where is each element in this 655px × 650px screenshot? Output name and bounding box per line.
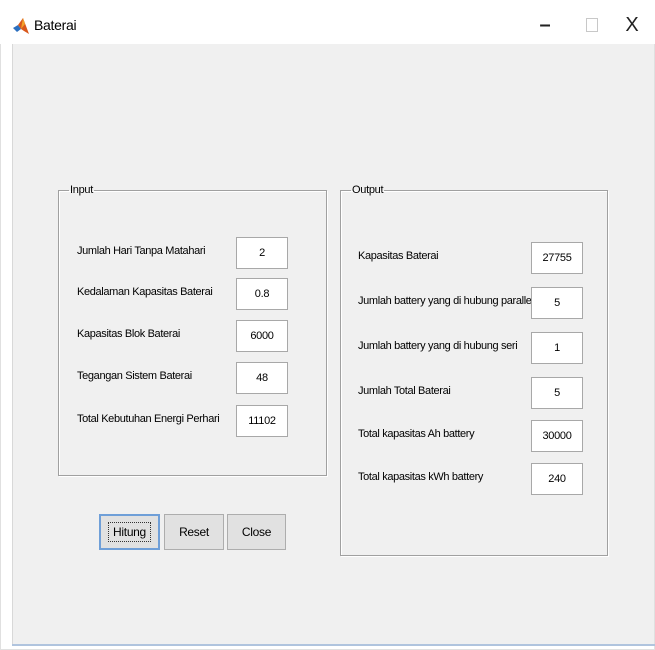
kedalaman-kapasitas-field[interactable]: 0.8 bbox=[236, 278, 288, 310]
maximize-button[interactable] bbox=[572, 10, 612, 40]
row-label: Total Kebutuhan Energi Perhari bbox=[77, 413, 220, 425]
output-panel-legend: Output bbox=[352, 184, 384, 196]
output-row-ah: Total kapasitas Ah battery 30000 bbox=[341, 420, 607, 452]
input-panel: Input Jumlah Hari Tanpa Matahari 2 Kedal… bbox=[58, 184, 327, 476]
output-row-kwh: Total kapasitas kWh battery 240 bbox=[341, 463, 607, 495]
total-baterai-output: 5 bbox=[531, 377, 583, 409]
input-row-tegangan: Tegangan Sistem Baterai 48 bbox=[59, 362, 326, 394]
input-row-kedalaman: Kedalaman Kapasitas Baterai 0.8 bbox=[59, 278, 326, 310]
row-label: Total kapasitas Ah battery bbox=[358, 428, 475, 440]
tegangan-sistem-field[interactable]: 48 bbox=[236, 362, 288, 394]
input-row-blok: Kapasitas Blok Baterai 6000 bbox=[59, 320, 326, 352]
kapasitas-blok-field[interactable]: 6000 bbox=[236, 320, 288, 352]
row-label: Kedalaman Kapasitas Baterai bbox=[77, 286, 213, 298]
row-label: Jumlah battery yang di hubung seri bbox=[358, 340, 518, 352]
hitung-button[interactable]: Hitung bbox=[99, 514, 160, 550]
output-row-total: Jumlah Total Baterai 5 bbox=[341, 377, 607, 409]
reset-button[interactable]: Reset bbox=[164, 514, 224, 550]
row-label: Tegangan Sistem Baterai bbox=[77, 370, 192, 382]
output-row-kapasitas: Kapasitas Baterai 27755 bbox=[341, 242, 607, 274]
input-row-energi: Total Kebutuhan Energi Perhari 11102 bbox=[59, 405, 326, 437]
maximize-icon bbox=[586, 18, 598, 32]
total-ah-output: 30000 bbox=[531, 420, 583, 452]
kapasitas-baterai-output: 27755 bbox=[531, 242, 583, 274]
row-label: Kapasitas Baterai bbox=[358, 250, 439, 262]
total-kwh-output: 240 bbox=[531, 463, 583, 495]
title-bar[interactable]: Baterai – X bbox=[0, 0, 655, 44]
window-bottom-border bbox=[12, 644, 655, 646]
input-row-hari: Jumlah Hari Tanpa Matahari 2 bbox=[59, 237, 326, 269]
close-window-button[interactable]: X bbox=[612, 10, 652, 40]
matlab-icon bbox=[12, 16, 30, 36]
row-label: Jumlah battery yang di hubung parallel bbox=[358, 295, 534, 307]
output-panel: Output Kapasitas Baterai 27755 Jumlah ba… bbox=[340, 184, 608, 556]
close-button[interactable]: Close bbox=[227, 514, 286, 550]
row-label: Total kapasitas kWh battery bbox=[358, 471, 484, 483]
input-panel-legend: Input bbox=[70, 184, 93, 196]
row-label: Kapasitas Blok Baterai bbox=[77, 328, 180, 340]
close-icon: X bbox=[625, 13, 639, 36]
jumlah-hari-field[interactable]: 2 bbox=[236, 237, 288, 269]
output-row-parallel: Jumlah battery yang di hubung parallel 5 bbox=[341, 287, 607, 319]
minimize-button[interactable]: – bbox=[525, 10, 565, 40]
row-label: Jumlah Total Baterai bbox=[358, 385, 451, 397]
battery-seri-output: 1 bbox=[531, 332, 583, 364]
battery-parallel-output: 5 bbox=[531, 287, 583, 319]
window-client-area: Input Jumlah Hari Tanpa Matahari 2 Kedal… bbox=[12, 44, 654, 644]
row-label: Jumlah Hari Tanpa Matahari bbox=[77, 245, 206, 257]
minimize-icon: – bbox=[539, 13, 551, 36]
output-row-seri: Jumlah battery yang di hubung seri 1 bbox=[341, 332, 607, 364]
hitung-button-label: Hitung bbox=[108, 522, 151, 542]
window-title: Baterai bbox=[34, 17, 77, 33]
kebutuhan-energi-field[interactable]: 11102 bbox=[236, 405, 288, 437]
